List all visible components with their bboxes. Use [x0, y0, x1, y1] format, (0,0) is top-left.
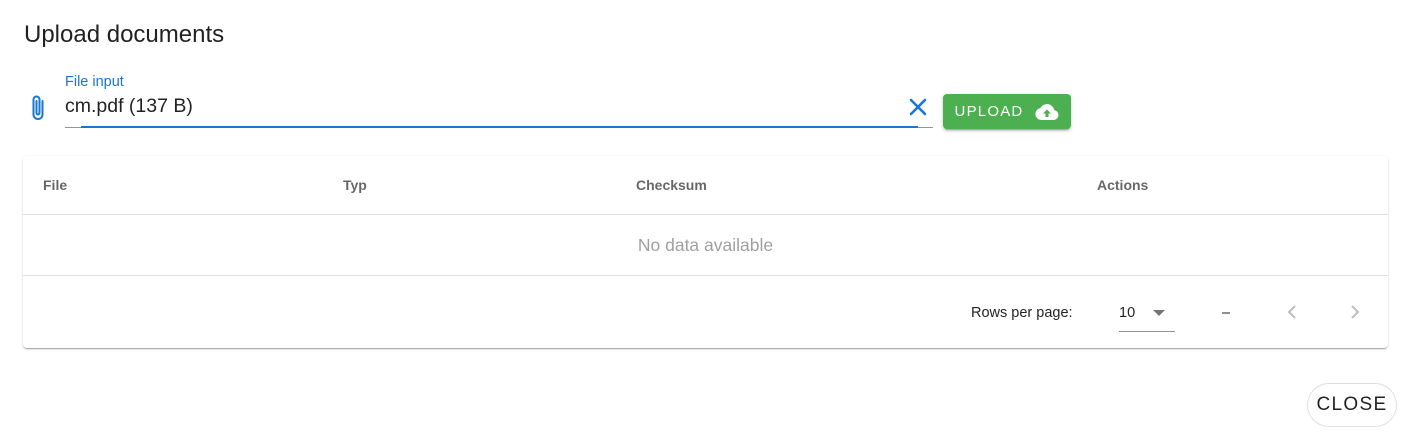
file-input-row: File input cm.pdf (137 B) UPLOAD — [24, 70, 1084, 134]
column-header-typ[interactable]: Typ — [343, 177, 367, 193]
paperclip-icon[interactable] — [26, 92, 50, 124]
file-input-value[interactable]: cm.pdf (137 B) — [65, 95, 193, 118]
file-input[interactable]: File input cm.pdf (137 B) — [65, 70, 933, 130]
upload-documents-dialog: Upload documents File input cm.pdf (137 … — [0, 0, 1413, 436]
file-input-label: File input — [65, 74, 124, 90]
file-input-focus-underline — [81, 126, 918, 128]
chevron-right-icon — [1351, 305, 1360, 319]
rows-per-page-underline — [1119, 331, 1175, 332]
rows-per-page-label: Rows per page: — [971, 305, 1073, 321]
cloud-upload-icon — [1035, 103, 1059, 121]
close-icon[interactable] — [906, 95, 930, 119]
rows-per-page-value: 10 — [1119, 305, 1136, 321]
upload-button[interactable]: UPLOAD — [943, 94, 1071, 129]
dialog-title: Upload documents — [24, 21, 225, 48]
empty-table-message: No data available — [23, 215, 1388, 276]
table-header: File Typ Checksum Actions — [23, 156, 1388, 215]
upload-button-label: UPLOAD — [954, 103, 1024, 120]
chevron-down-icon — [1151, 305, 1167, 325]
column-header-file[interactable]: File — [43, 177, 67, 193]
rows-per-page-select[interactable]: 10 — [1119, 294, 1175, 332]
column-header-actions: Actions — [1097, 177, 1149, 193]
documents-table: File Typ Checksum Actions No data availa… — [23, 156, 1388, 348]
close-button-label: CLOSE — [1316, 394, 1388, 415]
close-button[interactable]: CLOSE — [1307, 383, 1397, 427]
page-range-text: – — [1222, 305, 1231, 321]
next-page-button[interactable] — [1343, 300, 1367, 324]
previous-page-button[interactable] — [1280, 300, 1304, 324]
column-header-checksum[interactable]: Checksum — [636, 177, 707, 193]
chevron-left-icon — [1287, 305, 1296, 319]
table-footer: Rows per page: 10 – — [23, 276, 1388, 348]
